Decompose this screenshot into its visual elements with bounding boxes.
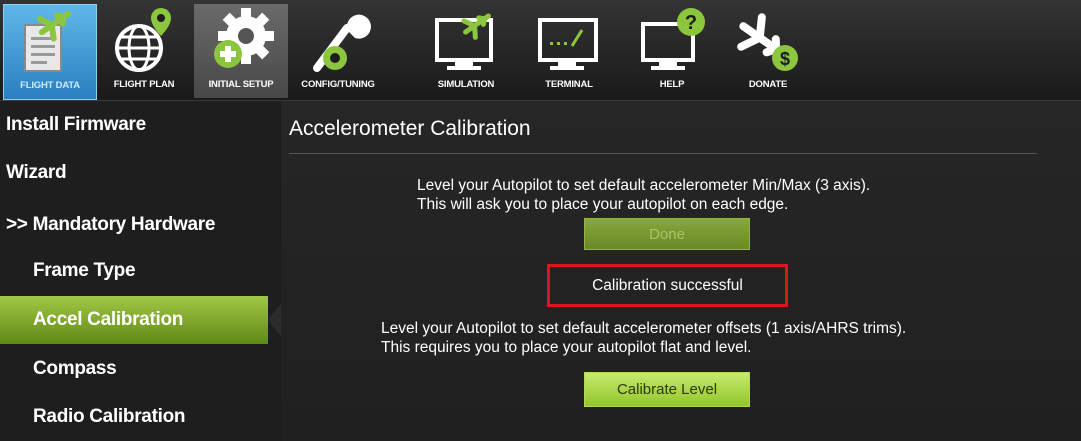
- flight-data-icon: [24, 10, 72, 72]
- toolbar-donate-button[interactable]: $ DONATE: [722, 4, 814, 98]
- accel-instruction-line1: Level your Autopilot to set default acce…: [417, 177, 871, 194]
- toolbar-label: DONATE: [748, 79, 788, 90]
- terminal-icon: [538, 18, 598, 70]
- level-instruction-line2: This requires you to place your autopilo…: [381, 339, 752, 356]
- title-divider: [289, 153, 1037, 154]
- accel-calibration-panel: Accelerometer Calibration Level your Aut…: [281, 101, 1081, 441]
- level-instruction-line1: Level your Autopilot to set default acce…: [381, 320, 907, 337]
- config-tuning-icon: [313, 14, 371, 72]
- toolbar-label: FLIGHT PLAN: [113, 79, 175, 90]
- toolbar-help-button[interactable]: ? HELP: [626, 4, 718, 98]
- help-icon: ?: [641, 8, 705, 70]
- flight-plan-icon: [115, 8, 171, 72]
- calibration-status: Calibration successful: [547, 264, 788, 307]
- initial-setup-icon: [214, 8, 274, 68]
- active-item-pointer: [268, 302, 282, 338]
- page-title: Accelerometer Calibration: [289, 117, 531, 140]
- sidebar-item-label: Frame Type: [33, 260, 136, 281]
- accel-instruction-line2: This will ask you to place your autopilo…: [417, 196, 789, 213]
- done-button[interactable]: Done: [584, 218, 750, 250]
- sidebar-item-compass[interactable]: Compass: [0, 345, 278, 393]
- toolbar-label: HELP: [659, 79, 685, 90]
- sidebar-item-accel-calibration[interactable]: Accel Calibration: [0, 296, 268, 344]
- toolbar-label: FLIGHT DATA: [20, 80, 80, 91]
- calibrate-level-button[interactable]: Calibrate Level: [584, 372, 750, 407]
- sidebar-item-label: Radio Calibration: [33, 406, 186, 427]
- toolbar-label: SIMULATION: [437, 79, 495, 90]
- sidebar-item-mandatory-hardware[interactable]: >> Mandatory Hardware: [0, 201, 278, 249]
- sidebar-item-label: >> Mandatory Hardware: [6, 214, 216, 235]
- sidebar-item-label: Install Firmware: [6, 114, 146, 135]
- main-toolbar: FLIGHT DATA FLIGHT PLAN INITIAL SETUP CO…: [0, 0, 1081, 101]
- toolbar-label: TERMINAL: [545, 79, 593, 90]
- sidebar-item-frame-type[interactable]: Frame Type: [0, 247, 278, 295]
- toolbar-label: INITIAL SETUP: [208, 79, 274, 90]
- sidebar-item-install-firmware[interactable]: Install Firmware: [0, 101, 278, 149]
- toolbar-terminal-button[interactable]: TERMINAL: [523, 4, 615, 98]
- toolbar-flight-data-button[interactable]: FLIGHT DATA: [3, 4, 97, 100]
- simulation-icon: [435, 13, 493, 70]
- toolbar-initial-setup-button[interactable]: INITIAL SETUP: [194, 4, 288, 98]
- calibration-status-text: Calibration successful: [592, 276, 743, 294]
- sidebar-item-wizard[interactable]: Wizard: [0, 149, 278, 197]
- toolbar-flight-plan-button[interactable]: FLIGHT PLAN: [98, 4, 190, 98]
- toolbar-config-tuning-button[interactable]: CONFIG/TUNING: [292, 4, 384, 98]
- sidebar-item-label: Compass: [33, 358, 117, 379]
- sidebar-item-label: Accel Calibration: [33, 309, 184, 330]
- svg-text:$: $: [780, 49, 790, 69]
- toolbar-simulation-button[interactable]: SIMULATION: [420, 4, 512, 98]
- sidebar-item-label: Wizard: [6, 162, 67, 183]
- svg-text:?: ?: [685, 12, 697, 34]
- toolbar-label: CONFIG/TUNING: [301, 79, 375, 90]
- donate-icon: $: [737, 13, 798, 71]
- sidebar-item-radio-calibration[interactable]: Radio Calibration: [0, 393, 278, 441]
- setup-sidebar: Install Firmware Wizard >> Mandatory Har…: [0, 101, 282, 441]
